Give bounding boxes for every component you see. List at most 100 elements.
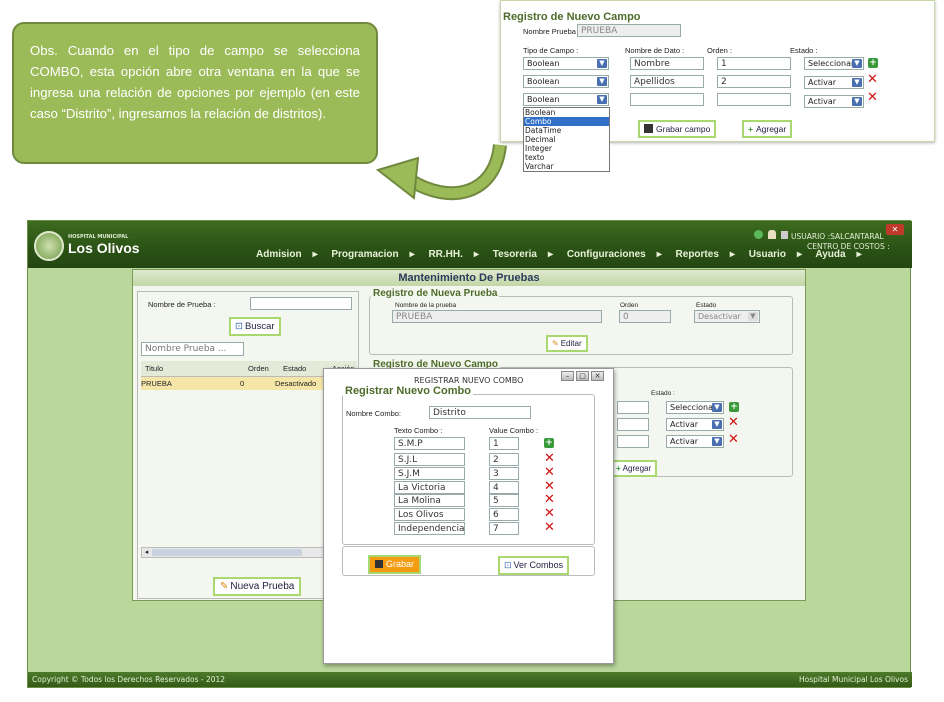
chevron-down-icon: ▼: [852, 78, 862, 87]
maximize-icon[interactable]: □: [576, 371, 589, 381]
menu-rrhh[interactable]: RR.HH. ▸: [428, 249, 478, 260]
add-icon: +: [616, 464, 621, 473]
nueva-prueba-label: Nueva Prueba: [230, 581, 295, 592]
inset-nombre-field-3[interactable]: [630, 93, 704, 106]
delete-icon[interactable]: ✕: [544, 521, 555, 534]
nombre-la-prueba-field[interactable]: PRUEBA: [392, 310, 602, 323]
lock-icon[interactable]: [781, 231, 788, 239]
modal-window-title: REGISTRAR NUEVO COMBO: [414, 376, 524, 385]
refresh-icon[interactable]: [754, 230, 763, 239]
inset-nombre-prueba-label: Nombre Prueba :: [523, 27, 581, 36]
close-icon[interactable]: ✕: [591, 371, 604, 381]
buscar-label: Buscar: [244, 321, 275, 332]
texto-combo-field[interactable]: Independencia: [394, 522, 465, 535]
texto-combo-field[interactable]: S.M.P: [394, 437, 465, 450]
texto-combo-field[interactable]: La Molina: [394, 494, 465, 507]
main-menu: Admision ▸ Programacion ▸ RR.HH. ▸ Tesoreri…: [256, 249, 873, 260]
footer-copyright: Copyright © Todos los Derechos Reservado…: [32, 675, 226, 684]
delete-icon[interactable]: ✕: [544, 452, 555, 465]
agregar-button[interactable]: + Agregar: [742, 120, 793, 138]
inset-nombre-field-1[interactable]: Nombre: [630, 57, 704, 70]
texto-combo-field[interactable]: S.J.M: [394, 467, 465, 480]
nuevo-campo-orden-field[interactable]: [617, 435, 649, 448]
delete-icon[interactable]: ✕: [728, 416, 739, 429]
delete-icon[interactable]: ✕: [728, 433, 739, 446]
nuevo-campo-estado-select[interactable]: Seleccionar ▼: [666, 401, 724, 414]
value-combo-field[interactable]: 1: [489, 437, 519, 450]
inset-orden-field-3[interactable]: [717, 93, 791, 106]
grabar-campo-button[interactable]: Grabar campo: [638, 120, 717, 138]
inset-estado-select-1[interactable]: Seleccionar ▼: [804, 57, 864, 70]
close-icon[interactable]: ✕: [886, 224, 904, 235]
value-combo-field[interactable]: 4: [489, 481, 519, 494]
texto-combo-field[interactable]: S.J.L: [394, 453, 465, 466]
add-row-icon[interactable]: +: [868, 58, 878, 68]
inset-nombre-field-2[interactable]: Apellidos: [630, 75, 704, 88]
texto-combo-field[interactable]: La Victoria: [394, 481, 465, 494]
dropdown-option[interactable]: Decimal: [524, 135, 609, 144]
dropdown-option-selected[interactable]: Combo: [524, 117, 609, 126]
dropdown-option[interactable]: texto: [524, 153, 609, 162]
menu-admision[interactable]: Admision ▸: [256, 249, 318, 260]
delete-icon[interactable]: ✕: [867, 73, 878, 86]
menu-reportes[interactable]: Reportes ▸: [676, 249, 735, 260]
orden-label: Orden: [620, 302, 639, 309]
nuevo-campo-agregar-button[interactable]: + Agregar: [610, 460, 658, 477]
nuevo-campo-orden-field[interactable]: [617, 418, 649, 431]
inset-tipo-value: Boolean: [527, 59, 560, 68]
inset-nombre-prueba-field[interactable]: PRUEBA: [577, 24, 681, 37]
delete-icon[interactable]: ✕: [867, 91, 878, 104]
value-combo-header: Value Combo :: [489, 426, 539, 435]
inset-orden-field-2[interactable]: 2: [717, 75, 791, 88]
texto-combo-field[interactable]: Los Olivos: [394, 508, 465, 521]
buscar-button[interactable]: ⊡ Buscar: [229, 317, 281, 336]
nombre-combo-field[interactable]: Distrito: [429, 406, 531, 419]
menu-label: Configuraciones: [566, 249, 646, 260]
menu-label: Usuario: [748, 249, 786, 260]
editar-button[interactable]: ✎ Editar: [546, 335, 588, 352]
inset-estado-select-3[interactable]: Activar ▼: [804, 95, 864, 108]
inset-tipo-select-1[interactable]: Boolean ▼: [523, 57, 609, 70]
delete-icon[interactable]: ✕: [544, 507, 555, 520]
estado-label: Estado: [696, 302, 717, 309]
dropdown-option[interactable]: Integer: [524, 144, 609, 153]
inset-nuevo-campo: Registro de Nuevo Campo Nombre Prueba : …: [500, 0, 935, 172]
dropdown-option[interactable]: DataTime: [524, 126, 609, 135]
inset-estado-select-2[interactable]: Activar ▼: [804, 76, 864, 89]
hospital-logo-icon: [34, 231, 64, 261]
ver-combos-button[interactable]: ⊡ Ver Combos: [498, 556, 570, 575]
inset-tipo-select-2[interactable]: Boolean ▼: [523, 75, 609, 88]
menu-tesoreria[interactable]: Tesoreria ▸: [493, 249, 553, 260]
grabar-button[interactable]: Grabar: [368, 555, 422, 574]
menu-usuario[interactable]: Usuario ▸: [749, 249, 802, 260]
nuevo-campo-orden-field[interactable]: [617, 401, 649, 414]
value-combo-field[interactable]: 2: [489, 453, 519, 466]
add-row-icon[interactable]: +: [544, 438, 554, 448]
nuevo-campo-estado-select[interactable]: Activar ▼: [666, 418, 724, 431]
inset-tipo-select-3[interactable]: Boolean ▼: [523, 93, 609, 106]
search-filter-input[interactable]: Nombre Prueba ...: [141, 342, 244, 356]
orden-field[interactable]: 0: [619, 310, 671, 323]
nombre-prueba-input[interactable]: [250, 297, 352, 310]
delete-icon[interactable]: ✕: [544, 466, 555, 479]
inset-orden-field-1[interactable]: 1: [717, 57, 791, 70]
menu-configuraciones[interactable]: Configuraciones ▸: [567, 249, 662, 260]
nueva-prueba-button[interactable]: ✎ Nueva Prueba: [213, 577, 302, 596]
add-row-icon[interactable]: +: [729, 402, 739, 412]
delete-icon[interactable]: ✕: [544, 493, 555, 506]
dropdown-option[interactable]: Boolean: [524, 108, 609, 117]
value-combo-field[interactable]: 3: [489, 467, 519, 480]
scroll-left-icon[interactable]: ◂: [142, 548, 151, 557]
dropdown-option[interactable]: Varchar: [524, 162, 609, 171]
menu-programacion[interactable]: Programacion ▸: [331, 249, 414, 260]
minimize-icon[interactable]: –: [561, 371, 574, 381]
menu-label: Programacion: [331, 249, 399, 260]
value-combo-field[interactable]: 5: [489, 494, 519, 507]
value-combo-field[interactable]: 7: [489, 522, 519, 535]
estado-value: Seleccionar: [670, 403, 717, 412]
inset-tipo-value: Boolean: [527, 95, 560, 104]
value-combo-field[interactable]: 6: [489, 508, 519, 521]
estado-select[interactable]: Desactivar ▼: [694, 310, 760, 323]
scroll-thumb[interactable]: [152, 549, 302, 556]
nuevo-campo-estado-select[interactable]: Activar ▼: [666, 435, 724, 448]
